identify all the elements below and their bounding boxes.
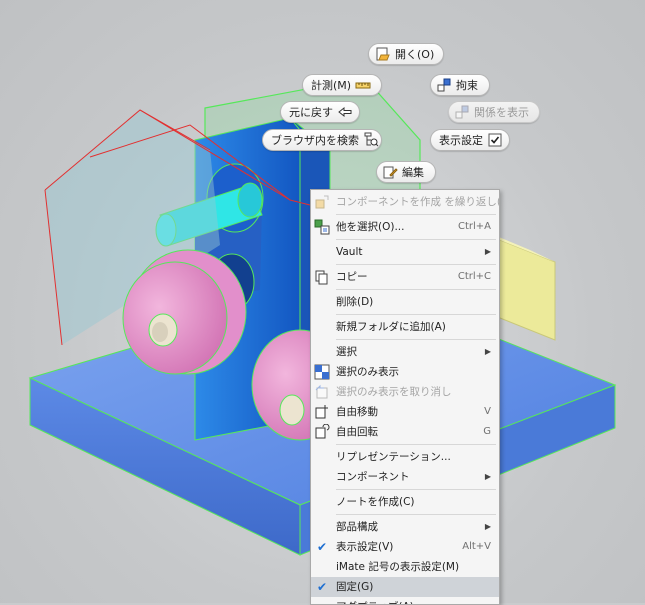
menu-item-label: 選択のみ表示を取り消し xyxy=(336,386,452,398)
menu-separator xyxy=(336,214,496,215)
menu-item-label: 自由移動 xyxy=(336,406,378,418)
undo-label: 元に戻す xyxy=(289,106,333,119)
menu-item-adaptive[interactable]: アダプティブ(A) xyxy=(311,597,499,604)
submenu-arrow-icon: ▶ xyxy=(484,247,491,256)
menu-item-label: コンポーネントを作成 を繰り返し(R) xyxy=(336,196,500,208)
visibility-label: 表示設定 xyxy=(439,134,483,147)
menu-item-bom-structure[interactable]: 部品構成 ▶ xyxy=(311,517,499,537)
find-in-browser-button[interactable]: ブラウザ内を検索 xyxy=(262,129,382,151)
open-icon xyxy=(375,46,391,62)
menu-separator xyxy=(336,239,496,240)
menu-item-label: Vault xyxy=(336,246,363,258)
menu-item-label: ノートを作成(C) xyxy=(336,496,415,508)
find-in-browser-icon xyxy=(363,132,379,148)
constrain-label: 拘束 xyxy=(456,79,478,92)
menu-item-label: 削除(D) xyxy=(336,296,374,308)
menu-item-label: 表示設定(V) xyxy=(336,541,394,553)
menu-item-create-note[interactable]: ノートを作成(C) xyxy=(311,492,499,512)
menu-item-label: 固定(G) xyxy=(336,581,374,593)
menu-item-component[interactable]: コンポーネント ▶ xyxy=(311,467,499,487)
edit-button[interactable]: 編集 xyxy=(376,161,436,183)
ruler-icon xyxy=(355,77,371,93)
menu-item-shortcut: Alt+V xyxy=(462,541,491,552)
menu-item-label: 自由回転 xyxy=(336,426,378,438)
menu-item-isolate[interactable]: 選択のみ表示 xyxy=(311,362,499,382)
constrain-icon xyxy=(436,77,452,93)
menu-item-label: iMate 記号の表示設定(M) xyxy=(336,561,460,573)
submenu-arrow-icon: ▶ xyxy=(484,522,491,531)
menu-item-label: 選択のみ表示 xyxy=(336,366,399,378)
menu-item-copy[interactable]: コピー Ctrl+C xyxy=(311,267,499,287)
edit-label: 編集 xyxy=(402,166,424,179)
measure-label: 計測(M) xyxy=(311,79,352,92)
menu-item-add-to-new-folder[interactable]: 新規フォルダに追加(A) xyxy=(311,317,499,337)
menu-item-label: 選択 xyxy=(336,346,357,358)
menu-item-shortcut: V xyxy=(484,406,491,417)
checkmark-icon: ✔ xyxy=(317,580,328,594)
checkmark-icon: ✔ xyxy=(317,540,328,554)
menu-item-label: コンポーネント xyxy=(336,471,410,483)
menu-separator xyxy=(336,514,496,515)
menu-item-grounded[interactable]: ✔ 固定(G) xyxy=(311,577,499,597)
submenu-arrow-icon: ▶ xyxy=(484,472,491,481)
menu-item-shortcut: Ctrl+C xyxy=(457,271,491,282)
open-label: 開く(O) xyxy=(395,48,435,61)
menu-item-label: 部品構成 xyxy=(336,521,378,533)
undo-isolate-icon xyxy=(314,384,330,400)
menu-item-label: アダプティブ(A) xyxy=(336,597,491,604)
menu-separator xyxy=(336,489,496,490)
measure-button[interactable]: 計測(M) xyxy=(302,74,382,96)
context-menu: コンポーネントを作成 を繰り返し(R) 他を選択(O)... Ctrl+A Va… xyxy=(310,189,500,605)
open-button[interactable]: 開く(O) xyxy=(368,43,444,65)
show-relationships-button[interactable]: 関係を表示 xyxy=(448,101,540,123)
constrain-button[interactable]: 拘束 xyxy=(430,74,490,96)
menu-item-visibility[interactable]: ✔ 表示設定(V) Alt+V xyxy=(311,537,499,557)
undo-arrow-icon xyxy=(337,104,353,120)
select-other-icon xyxy=(314,219,330,235)
menu-item-shortcut: Ctrl+A xyxy=(457,221,491,232)
menu-separator xyxy=(336,289,496,290)
show-relationships-label: 関係を表示 xyxy=(474,106,529,119)
visibility-button[interactable]: 表示設定 xyxy=(430,129,510,151)
menu-item-label: 他を選択(O)... xyxy=(336,221,405,233)
menu-separator xyxy=(336,314,496,315)
menu-item-select-other[interactable]: 他を選択(O)... Ctrl+A xyxy=(311,217,499,237)
menu-item-free-rotate[interactable]: 自由回転 G xyxy=(311,422,499,442)
menu-item-label: リプレゼンテーション... xyxy=(336,451,451,463)
menu-separator xyxy=(336,264,496,265)
menu-item-repeat-create-component[interactable]: コンポーネントを作成 を繰り返し(R) xyxy=(311,192,499,212)
menu-separator xyxy=(336,444,496,445)
free-move-icon xyxy=(314,404,330,420)
menu-item-delete[interactable]: 削除(D) xyxy=(311,292,499,312)
menu-separator xyxy=(336,339,496,340)
menu-item-imate-glyph-visibility[interactable]: iMate 記号の表示設定(M) xyxy=(311,557,499,577)
menu-item-free-move[interactable]: 自由移動 V xyxy=(311,402,499,422)
relationships-icon xyxy=(454,104,470,120)
copy-icon xyxy=(314,269,330,285)
menu-item-undo-isolate[interactable]: 選択のみ表示を取り消し xyxy=(311,382,499,402)
menu-item-vault[interactable]: Vault ▶ xyxy=(311,242,499,262)
undo-button[interactable]: 元に戻す xyxy=(280,101,360,123)
checkbox-checked-icon xyxy=(487,132,503,148)
menu-item-representation[interactable]: リプレゼンテーション... xyxy=(311,447,499,467)
find-in-browser-label: ブラウザ内を検索 xyxy=(271,134,359,147)
create-component-icon xyxy=(314,194,330,210)
menu-item-label: 新規フォルダに追加(A) xyxy=(336,321,446,333)
submenu-arrow-icon: ▶ xyxy=(484,347,491,356)
edit-pencil-icon xyxy=(382,164,398,180)
menu-item-select[interactable]: 選択 ▶ xyxy=(311,342,499,362)
menu-item-label: コピー xyxy=(336,271,368,283)
free-rotate-icon xyxy=(314,423,330,440)
isolate-icon xyxy=(314,364,330,380)
menu-item-shortcut: G xyxy=(483,426,491,437)
